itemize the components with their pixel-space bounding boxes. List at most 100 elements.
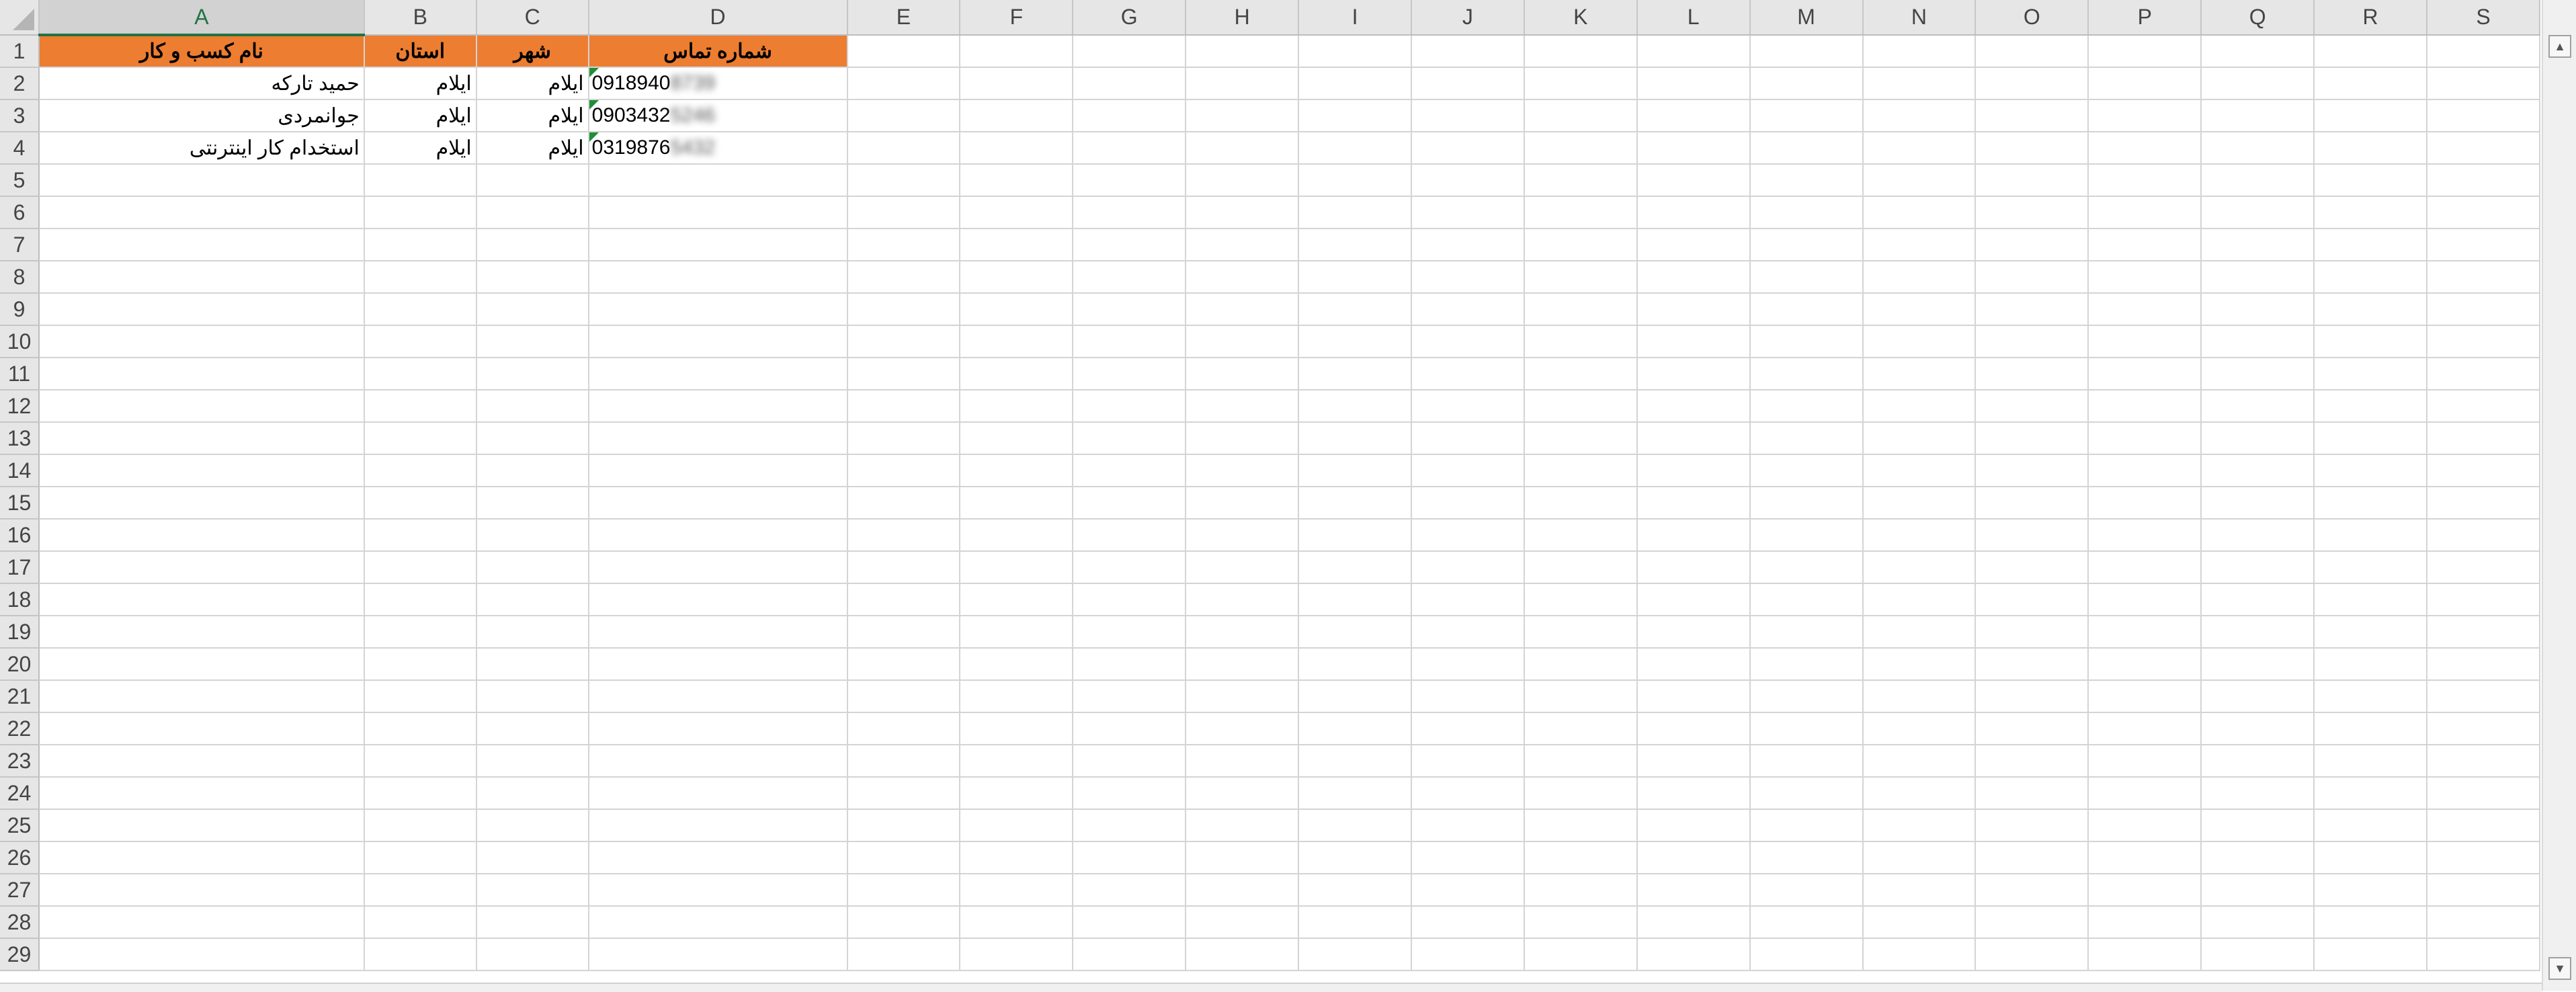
cell[interactable]: [38, 874, 365, 907]
cell[interactable]: [1524, 293, 1638, 326]
column-header-s[interactable]: S: [2426, 0, 2541, 36]
cell[interactable]: [1298, 67, 1412, 100]
cell[interactable]: [2201, 777, 2315, 810]
row-header[interactable]: 13: [0, 422, 40, 455]
cell[interactable]: [1298, 745, 1412, 778]
cell[interactable]: [2314, 487, 2427, 520]
cell[interactable]: [1186, 196, 1300, 229]
cell[interactable]: [38, 422, 365, 455]
cell[interactable]: [1186, 906, 1300, 939]
cell[interactable]: [1524, 422, 1638, 455]
cell[interactable]: [847, 422, 961, 455]
cell[interactable]: [1636, 551, 1751, 584]
cell[interactable]: [38, 551, 365, 584]
column-header-h[interactable]: H: [1186, 0, 1300, 36]
cell[interactable]: [1411, 841, 1525, 874]
cell[interactable]: [1862, 229, 1977, 261]
cell[interactable]: [1298, 164, 1412, 197]
cell[interactable]: [1749, 551, 1864, 584]
cell[interactable]: [1186, 132, 1300, 165]
cell[interactable]: [1524, 680, 1638, 713]
cell[interactable]: [1073, 196, 1187, 229]
cell[interactable]: [1749, 390, 1864, 423]
cell[interactable]: [1073, 938, 1187, 971]
cell[interactable]: [1298, 712, 1412, 745]
cell[interactable]: [2088, 325, 2202, 358]
cell[interactable]: [2426, 229, 2541, 261]
cell[interactable]: [1636, 390, 1751, 423]
header-cell-business-name[interactable]: نام کسب و کار: [38, 35, 365, 68]
cell[interactable]: [476, 809, 589, 842]
cell[interactable]: [2201, 261, 2315, 294]
cell[interactable]: [1975, 874, 2089, 907]
cell[interactable]: [588, 390, 848, 423]
cell[interactable]: [2201, 551, 2315, 584]
cell[interactable]: [2314, 67, 2427, 100]
cell[interactable]: [38, 325, 365, 358]
cell[interactable]: [2314, 358, 2427, 390]
cell[interactable]: [1749, 712, 1864, 745]
cell[interactable]: [1975, 325, 2089, 358]
cell[interactable]: [364, 390, 477, 423]
column-header-c[interactable]: C: [476, 0, 589, 36]
column-header-q[interactable]: Q: [2201, 0, 2315, 36]
cell[interactable]: [2088, 454, 2202, 487]
cell[interactable]: [38, 261, 365, 294]
cell[interactable]: [2201, 487, 2315, 520]
cell[interactable]: [1073, 35, 1187, 68]
cell[interactable]: [2314, 164, 2427, 197]
cell[interactable]: [364, 551, 477, 584]
cell[interactable]: [2426, 841, 2541, 874]
cell[interactable]: [476, 293, 589, 326]
cell[interactable]: [1298, 680, 1412, 713]
cell[interactable]: [1636, 196, 1751, 229]
cell[interactable]: [1411, 551, 1525, 584]
cell[interactable]: [1749, 519, 1864, 552]
cell[interactable]: [1636, 616, 1751, 649]
cell[interactable]: [1975, 390, 2089, 423]
row-header[interactable]: 21: [0, 680, 40, 713]
cell[interactable]: [1073, 164, 1187, 197]
scroll-down-icon[interactable]: ▼: [2548, 957, 2571, 980]
cell[interactable]: [1975, 809, 2089, 842]
cell[interactable]: [1975, 261, 2089, 294]
cell[interactable]: [1073, 132, 1187, 165]
cell[interactable]: [960, 67, 1074, 100]
cell[interactable]: [364, 422, 477, 455]
cell[interactable]: [2314, 777, 2427, 810]
header-cell-city[interactable]: شهر: [476, 35, 589, 68]
cell[interactable]: [1073, 358, 1187, 390]
cell[interactable]: [1749, 745, 1864, 778]
cell[interactable]: [1186, 680, 1300, 713]
row-header[interactable]: 19: [0, 616, 40, 649]
cell[interactable]: [1411, 809, 1525, 842]
cell[interactable]: [1298, 454, 1412, 487]
cell[interactable]: [38, 487, 365, 520]
cell[interactable]: [1749, 648, 1864, 681]
cell[interactable]: [2201, 99, 2315, 132]
cell[interactable]: [1298, 777, 1412, 810]
cell[interactable]: [476, 874, 589, 907]
row-header[interactable]: 16: [0, 519, 40, 552]
cell[interactable]: [1636, 583, 1751, 616]
cell[interactable]: [1749, 680, 1864, 713]
cell[interactable]: [1186, 35, 1300, 68]
cell[interactable]: [1749, 261, 1864, 294]
cell[interactable]: [1636, 454, 1751, 487]
cell[interactable]: [1298, 809, 1412, 842]
cell[interactable]: [1186, 422, 1300, 455]
cell[interactable]: [476, 261, 589, 294]
cell[interactable]: [1749, 164, 1864, 197]
cell[interactable]: [2426, 293, 2541, 326]
cell-city[interactable]: ایلام: [476, 132, 589, 165]
cell[interactable]: [1749, 325, 1864, 358]
cell[interactable]: [38, 196, 365, 229]
cell[interactable]: [1862, 422, 1977, 455]
cell[interactable]: [2314, 809, 2427, 842]
cell[interactable]: [476, 680, 589, 713]
cell[interactable]: [1862, 293, 1977, 326]
cell[interactable]: [588, 680, 848, 713]
cell[interactable]: [1073, 777, 1187, 810]
cell[interactable]: [588, 519, 848, 552]
row-header[interactable]: 29: [0, 938, 40, 971]
